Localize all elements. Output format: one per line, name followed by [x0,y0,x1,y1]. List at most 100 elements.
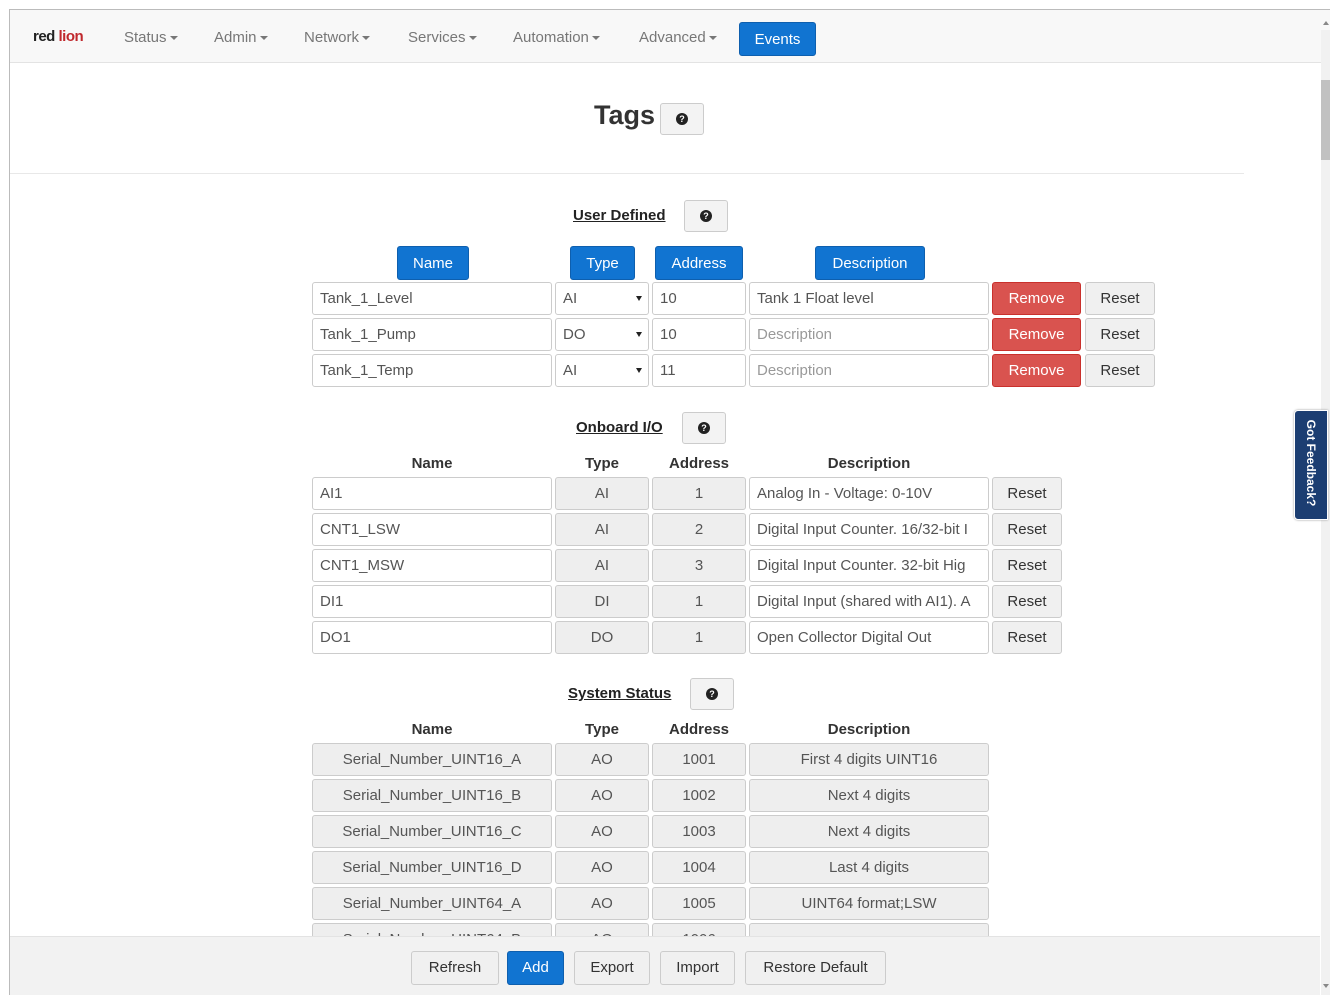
io-address-field: 1 [652,477,746,510]
user-defined-help-button[interactable]: ? [684,200,728,232]
select-arrow-icon [636,368,642,373]
io-description-input[interactable]: Open Collector Digital Out [749,621,989,654]
nav-services-menu[interactable]: Services [408,29,477,46]
select-arrow-icon [636,296,642,301]
reset-button[interactable]: Reset [1085,282,1155,315]
caret-down-icon [708,36,717,41]
feedback-label: Got Feedback? [1304,419,1318,507]
sort-name-button[interactable]: Name [397,246,469,280]
tag-description-input[interactable]: Description [749,354,989,387]
refresh-button[interactable]: Refresh [411,951,499,985]
nav-network-menu[interactable]: Network [304,29,371,46]
remove-button[interactable]: Remove [992,354,1081,387]
reset-button[interactable]: Reset [992,513,1062,546]
feedback-tab[interactable]: Got Feedback? [1294,410,1328,520]
nav-advanced-menu[interactable]: Advanced [639,29,717,46]
import-button[interactable]: Import [660,951,735,985]
onboard-io-section-title[interactable]: Onboard I/O [576,419,663,436]
restore-default-button[interactable]: Restore Default [745,951,886,985]
select-arrow-icon [636,332,642,337]
column-header-description: Description [827,721,911,738]
status-name-field: Serial_Number_UINT16_A [312,743,552,776]
io-type-field: AI [555,549,649,582]
nav-status-menu[interactable]: Status [124,29,178,46]
redlion-logo[interactable]: red lion [33,28,84,45]
status-address-field: 1001 [652,743,746,776]
browser-viewport: red lion Status Admin Network Services A… [9,9,1330,995]
status-description-field: First 4 digits UINT16 [749,743,989,776]
tag-type-select[interactable]: AI [555,354,649,387]
io-description-input[interactable]: Digital Input (shared with AI1). A [749,585,989,618]
caret-down-icon [259,36,268,41]
nav-events-tab[interactable]: Events [739,22,816,56]
io-address-field: 2 [652,513,746,546]
tags-help-button[interactable]: ? [660,103,704,135]
reset-button[interactable]: Reset [992,585,1062,618]
reset-button[interactable]: Reset [992,621,1062,654]
sort-address-button[interactable]: Address [655,246,743,280]
tag-address-input[interactable]: 10 [652,318,746,351]
io-description-input[interactable]: Analog In - Voltage: 0-10V [749,477,989,510]
scroll-up-arrow-icon[interactable] [1323,21,1329,25]
tag-name-input[interactable]: Tank_1_Level [312,282,552,315]
remove-button[interactable]: Remove [992,282,1081,315]
nav-admin-menu[interactable]: Admin [214,29,268,46]
status-description-field: Next 4 digits [749,815,989,848]
tag-name-input[interactable]: Tank_1_Pump [312,318,552,351]
io-name-input[interactable]: AI1 [312,477,552,510]
status-name-field: Serial_Number_UINT16_B [312,779,552,812]
caret-down-icon [362,36,371,41]
sort-description-button[interactable]: Description [815,246,925,280]
status-type-field: AO [555,887,649,920]
reset-button[interactable]: Reset [992,549,1062,582]
io-description-input[interactable]: Digital Input Counter. 16/32-bit I [749,513,989,546]
action-footer: Refresh Add Export Import Restore Defaul… [10,936,1320,995]
io-name-input[interactable]: DO1 [312,621,552,654]
io-address-field: 1 [652,585,746,618]
sort-type-button[interactable]: Type [570,246,635,280]
tag-description-input[interactable]: Description [749,318,989,351]
question-icon: ? [676,113,688,125]
system-status-section-title[interactable]: System Status [568,685,671,702]
column-header-name: Name [411,721,453,738]
question-icon: ? [700,210,712,222]
io-type-field: DI [555,585,649,618]
tag-description-input[interactable]: Tank 1 Float level [749,282,989,315]
io-description-input[interactable]: Digital Input Counter. 32-bit Hig [749,549,989,582]
io-name-input[interactable]: CNT1_LSW [312,513,552,546]
scroll-down-arrow-icon[interactable] [1323,984,1329,988]
column-header-address: Address [668,721,730,738]
status-name-field: Serial_Number_UINT16_D [312,851,552,884]
column-header-name: Name [411,455,453,472]
tag-address-input[interactable]: 11 [652,354,746,387]
tag-name-input[interactable]: Tank_1_Temp [312,354,552,387]
reset-button[interactable]: Reset [992,477,1062,510]
system-status-help-button[interactable]: ? [690,678,734,710]
add-button[interactable]: Add [507,951,564,985]
nav-automation-menu[interactable]: Automation [513,29,600,46]
io-name-input[interactable]: DI1 [312,585,552,618]
tag-type-select[interactable]: AI [555,282,649,315]
scrollbar-thumb[interactable] [1321,80,1330,160]
export-button[interactable]: Export [574,951,650,985]
status-address-field: 1002 [652,779,746,812]
caret-down-icon [169,36,178,41]
status-type-field: AO [555,815,649,848]
status-type-field: AO [555,851,649,884]
tag-address-input[interactable]: 10 [652,282,746,315]
io-name-input[interactable]: CNT1_MSW [312,549,552,582]
column-header-type: Type [585,721,619,738]
reset-button[interactable]: Reset [1085,318,1155,351]
onboard-io-help-button[interactable]: ? [682,412,726,444]
caret-down-icon [468,36,477,41]
column-header-address: Address [668,455,730,472]
remove-button[interactable]: Remove [992,318,1081,351]
io-address-field: 1 [652,621,746,654]
status-address-field: 1005 [652,887,746,920]
io-address-field: 3 [652,549,746,582]
status-name-field: Serial_Number_UINT64_A [312,887,552,920]
reset-button[interactable]: Reset [1085,354,1155,387]
top-navbar: red lion Status Admin Network Services A… [10,10,1330,63]
tag-type-select[interactable]: DO [555,318,649,351]
user-defined-section-title[interactable]: User Defined [573,207,666,224]
